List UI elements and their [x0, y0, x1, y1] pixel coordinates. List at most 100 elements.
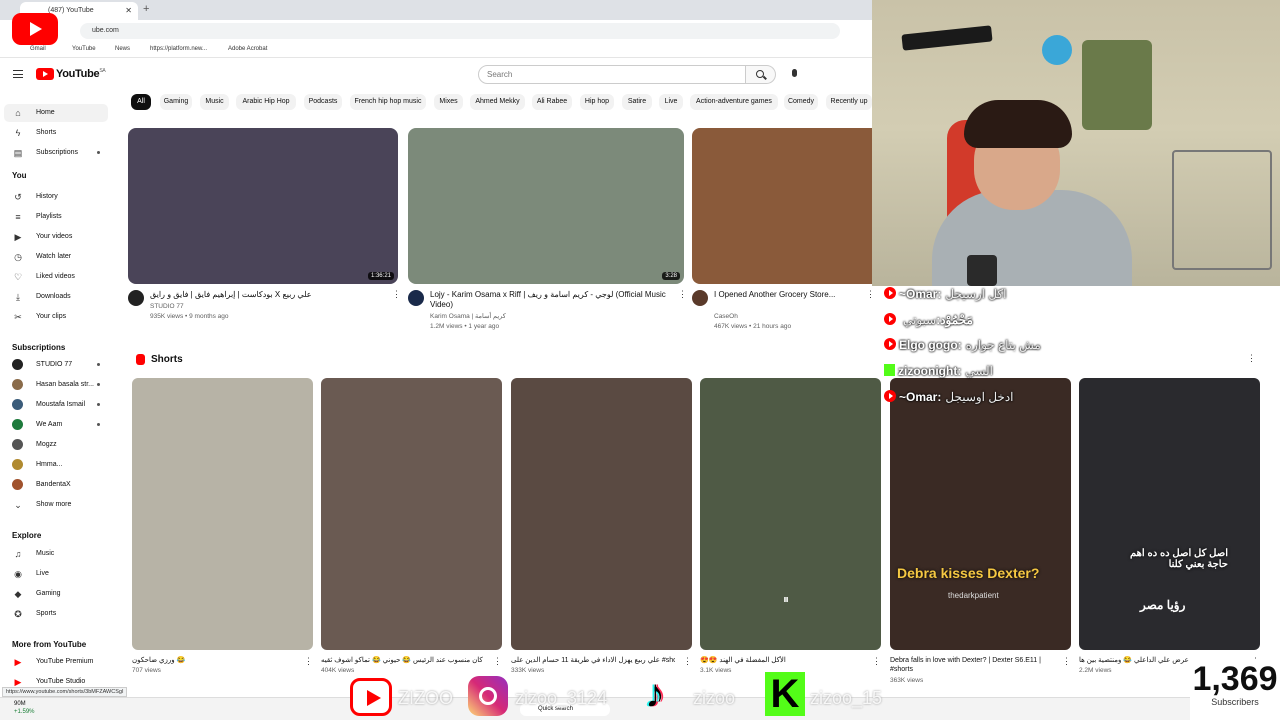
sidebar-item-home[interactable]: ⌂ Home [4, 104, 108, 122]
chip-music[interactable]: Music [200, 94, 229, 110]
sidebar-item-watch-later[interactable]: ◷ Watch later [4, 248, 108, 266]
weather-widget[interactable]: 90M [14, 701, 26, 707]
sidebar-channel[interactable]: BandentaX [4, 476, 108, 494]
sidebar-item-label: Shorts [36, 129, 57, 136]
short-thumbnail[interactable] [321, 378, 502, 650]
more-options-icon[interactable]: ⋮ [493, 656, 502, 667]
pause-icon[interactable]: ⏸ [783, 592, 789, 607]
more-options-icon[interactable]: ⋮ [392, 289, 401, 300]
channel-avatar[interactable] [692, 290, 708, 306]
video-duration: 1:36:21 [367, 272, 394, 280]
url-field[interactable]: ube.com [80, 23, 840, 39]
sidebar-channel[interactable]: Moustafa Ismail [4, 396, 108, 414]
chip-arabic-hip-hop[interactable]: Arabic Hip Hop [236, 94, 296, 110]
show-more-button[interactable]: ⌄ Show more [4, 496, 108, 514]
tab-close-icon[interactable]: ✕ [125, 6, 132, 15]
sidebar-item-live[interactable]: ◉ Live [4, 565, 108, 583]
channel-avatar[interactable] [128, 290, 144, 306]
video-thumbnail[interactable]: 3:28 [408, 128, 684, 284]
more-options-icon[interactable]: ⋮ [1062, 656, 1071, 667]
chip-ahmed-mekky[interactable]: Ahmed Mekky [470, 94, 525, 110]
sidebar-item-music[interactable]: ♫ Music [4, 545, 108, 563]
stock-change: +1.59% [14, 709, 35, 715]
chip-podcasts[interactable]: Podcasts [304, 94, 342, 110]
sidebar-item-label: Your clips [36, 313, 67, 320]
chip-recently-up[interactable]: Recently up [826, 94, 872, 110]
video-title[interactable]: I Opened Another Grocery Store... [714, 290, 854, 310]
sidebar-channel[interactable]: STUDIO 77 [4, 356, 108, 374]
sidebar-item-liked-videos[interactable]: ♡ Liked videos [4, 268, 108, 286]
short-thumbnail[interactable] [511, 378, 692, 650]
sidebar-channel[interactable]: Hasan basala str... [4, 376, 108, 394]
subscriptions-heading: Subscriptions [12, 343, 66, 352]
video-title[interactable]: Lojy - Karim Osama x Riff | لوجي - كريم … [430, 290, 670, 310]
chip-gaming[interactable]: Gaming [160, 94, 192, 110]
sidebar-item-label: Playlists [36, 213, 62, 220]
sidebar-item-shorts[interactable]: ϟ Shorts [4, 124, 108, 142]
bookmark-news[interactable]: News [115, 46, 130, 52]
menu-icon[interactable] [13, 70, 23, 78]
bookmark-acrobat[interactable]: Adobe Acrobat [228, 46, 267, 52]
bookmarks-bar: Gmail YouTube News https://platform.new.… [0, 42, 872, 58]
chip-satire[interactable]: Satire [622, 94, 652, 110]
more-from-youtube-heading: More from YouTube [12, 640, 87, 649]
sidebar-item-subscriptions[interactable]: ▤ Subscriptions [4, 144, 108, 162]
chip-all[interactable]: All [131, 94, 151, 110]
sidebar-item-downloads[interactable]: ⤓ Downloads [4, 288, 108, 306]
short-title[interactable]: Debra falls in love with Dexter? | Dexte… [890, 656, 1054, 674]
short-title[interactable]: علي ربيع يهزل الاداء في طريقة 11 حسام ال… [511, 656, 675, 665]
search-input[interactable]: Search [478, 65, 746, 84]
chip-french-hip-hop-music[interactable]: French hip hop music [350, 94, 426, 110]
channel-name[interactable]: STUDIO 77 [150, 302, 184, 312]
sidebar-item-youtube-premium[interactable]: ▶ YouTube Premium [4, 653, 108, 671]
more-options-icon[interactable]: ⋮ [683, 656, 692, 667]
search-button[interactable] [746, 65, 776, 84]
youtube-logo[interactable]: YouTubeSA [36, 68, 106, 82]
sidebar-channel[interactable]: Hmma... [4, 456, 108, 474]
sidebar-channel[interactable]: Mogzz [4, 436, 108, 454]
explore-heading: Explore [12, 531, 42, 540]
channel-name[interactable]: CaseOh [714, 312, 738, 322]
short-title[interactable]: مدير عالم صلاح في الدشل حل المنازل كان م… [321, 656, 485, 665]
video-title[interactable]: بودكاست | إبراهيم فايق | فايق و رايق X ع… [150, 290, 384, 310]
new-content-dot [97, 363, 100, 366]
chip-mixes[interactable]: Mixes [434, 94, 463, 110]
microphone-icon[interactable] [792, 69, 797, 77]
shorts-menu-icon[interactable]: ⋮ [1247, 353, 1256, 364]
short-thumbnail[interactable] [890, 378, 1071, 650]
video-meta: 1.2M views • 1 year ago [430, 323, 500, 330]
more-options-icon[interactable]: ⋮ [866, 289, 875, 300]
chat-username: Elgo gogo: [899, 338, 962, 352]
video-thumbnail[interactable]: 1:36:21 [128, 128, 398, 284]
sidebar-item-sports[interactable]: ✪ Sports [4, 605, 108, 623]
new-tab-icon[interactable]: + [143, 3, 149, 15]
sidebar-item-playlists[interactable]: ≡ Playlists [4, 208, 108, 226]
sidebar-item-gaming[interactable]: ◆ Gaming [4, 585, 108, 603]
chip-hip-hop[interactable]: Hip hop [580, 94, 614, 110]
video-thumbnail[interactable] [692, 128, 872, 284]
chip-action-adventure-games[interactable]: Action-adventure games [690, 94, 778, 110]
more-options-icon[interactable]: ⋮ [304, 656, 313, 667]
youtube-chat-icon [884, 390, 896, 402]
short-title[interactable]: ورزي ضاحكون 😂 [132, 656, 296, 665]
chip-ali-rabee[interactable]: Ali Rabee [532, 94, 572, 110]
bookmark-youtube[interactable]: YouTube [72, 46, 96, 52]
sidebar-channel[interactable]: We Aam [4, 416, 108, 434]
bookmark-gmail[interactable]: Gmail [30, 46, 46, 52]
chip-comedy[interactable]: Comedy [784, 94, 818, 110]
chat-text: اكل ارسيجل [945, 287, 1007, 301]
sidebar-item-history[interactable]: ↺ History [4, 188, 108, 206]
more-options-icon[interactable]: ⋮ [872, 656, 881, 667]
channel-name[interactable]: Karim Osama | كريم أسامة [430, 312, 506, 322]
channel-avatar[interactable] [408, 290, 424, 306]
social-overlay: ZIZOO zizoo_3124 ♪ zizoo K zizoo_15 [350, 668, 910, 720]
more-options-icon[interactable]: ⋮ [678, 289, 687, 300]
sidebar-item-your-clips[interactable]: ✂ Your clips [4, 308, 108, 326]
short-title[interactable]: 😍😍 الأكل المفضلة في الهند [700, 656, 864, 665]
short-thumbnail[interactable] [700, 378, 881, 650]
short-thumbnail[interactable] [132, 378, 313, 650]
chip-live[interactable]: Live [659, 94, 683, 110]
bookmark-platform[interactable]: https://platform.new... [150, 46, 207, 52]
sidebar-item-your-videos[interactable]: ▶ Your videos [4, 228, 108, 246]
sports-icon: ✪ [14, 609, 22, 619]
